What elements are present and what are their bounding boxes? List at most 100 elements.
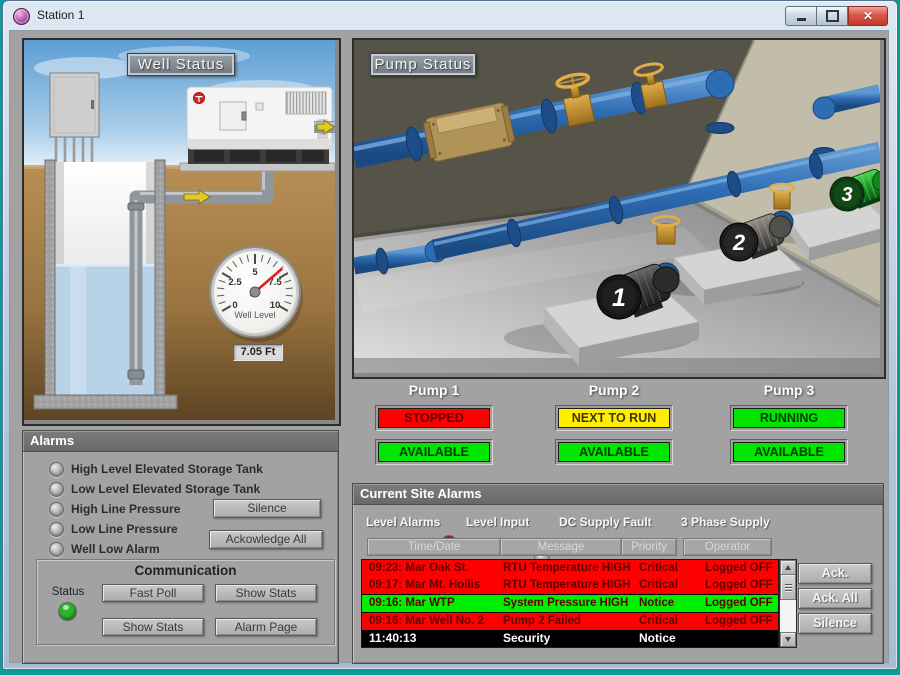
column-header-time[interactable]: Time/Date: [368, 539, 500, 555]
alarm-item-label: Low Line Pressure: [71, 522, 178, 536]
alarm-item-label: Low Level Elevated Storage Tank: [71, 482, 260, 496]
scrollbar-thumb[interactable]: [780, 574, 796, 600]
alarm-row[interactable]: 09:17: Mar Mt. Hollis RTU Temperature HI…: [362, 577, 778, 594]
fast-poll-button[interactable]: Fast Poll: [102, 584, 204, 602]
alarm-page-button[interactable]: Alarm Page: [215, 618, 317, 636]
pump-1-status: STOPPED: [378, 408, 490, 428]
scroll-up-button[interactable]: [780, 560, 796, 575]
well-status-plate: Well Status: [127, 53, 235, 76]
pump-3-column: Pump 3 RUNNING AVAILABLE: [724, 382, 854, 465]
alarm-message: Security: [503, 630, 639, 647]
generator: [180, 87, 335, 171]
app-icon: [13, 8, 30, 25]
alarm-priority: Critical: [639, 560, 705, 577]
pump-scene: 1 2 3: [354, 40, 880, 373]
alarm-priority: Notice: [639, 595, 705, 612]
three-phase-supply-label: 3 Phase Supply: [681, 515, 770, 529]
communication-group: Communication Status Fast Poll Show Stat…: [36, 559, 335, 645]
gauge-tick-5: 5: [252, 267, 258, 278]
level-input-label: Level Input: [466, 515, 529, 529]
alarm-time: 09:16: Mar WTP: [362, 595, 503, 612]
show-stats-button-bottom[interactable]: Show Stats: [102, 618, 204, 636]
alarm-operator: Logged OFF: [705, 560, 778, 577]
pump-3-status: RUNNING: [733, 408, 845, 428]
column-header-message[interactable]: Message: [501, 539, 621, 555]
well-scene-panel: 0 2.5 5 7.5 10 Well Level Well Status 7.…: [22, 38, 341, 426]
window-title: Station 1: [37, 8, 84, 22]
column-header-priority[interactable]: Priority: [622, 539, 676, 555]
close-icon: ✕: [863, 10, 873, 22]
alarms-panel-title: Alarms: [23, 431, 338, 452]
site-alarms-title: Current Site Alarms: [353, 484, 883, 505]
pump-3-name: Pump 3: [724, 382, 854, 398]
silence-alarms-button[interactable]: Silence: [798, 613, 872, 634]
alarm-operator: Logged OFF: [705, 577, 778, 594]
gauge-hub: [250, 287, 260, 297]
alarm-row[interactable]: 09:23: Mar Oak St. RTU Temperature HIGH …: [362, 560, 778, 577]
pump-3-availability: AVAILABLE: [733, 442, 845, 462]
alarm-list-scrollbar[interactable]: [779, 559, 797, 648]
alarm-operator: Logged OFF: [705, 613, 778, 630]
scroll-down-button[interactable]: [780, 632, 796, 647]
pump-2-status: NEXT TO RUN: [558, 408, 670, 428]
minimize-icon: [797, 18, 806, 21]
alarm-indicator-low-line-pressure: [49, 522, 64, 537]
silence-button[interactable]: Silence: [213, 499, 321, 518]
alarm-indicator-high-level-est: [49, 462, 64, 477]
gauge-label: Well Level: [234, 310, 275, 320]
acknowledge-all-button[interactable]: Ackowledge All: [209, 530, 323, 549]
pump-2-number: 2: [732, 230, 746, 255]
alarm-indicator-high-line-pressure: [49, 502, 64, 517]
pump-2-availability: AVAILABLE: [558, 442, 670, 462]
ack-all-button[interactable]: Ack. All: [798, 588, 872, 609]
alarm-operator: [705, 630, 778, 647]
pump-2-name: Pump 2: [549, 382, 679, 398]
pump-status-plate: Pump Status: [370, 53, 476, 76]
minimize-button[interactable]: [785, 6, 817, 26]
alarm-row[interactable]: 09:16: Mar Well No. 2 Pump 2 Failed Crit…: [362, 613, 778, 630]
alarm-message: System Pressure HIGH: [503, 595, 639, 612]
communication-title: Communication: [37, 563, 334, 578]
alarm-item-label: Well Low Alarm: [71, 542, 160, 556]
gauge-tick-25: 2.5: [228, 277, 242, 288]
pump-3-number: 3: [841, 184, 852, 206]
pump-1-availability: AVAILABLE: [378, 442, 490, 462]
alarm-priority: Critical: [639, 577, 705, 594]
alarm-priority: Critical: [639, 613, 705, 630]
alarm-message: Pump 2 Failed: [503, 613, 639, 630]
alarm-indicator-well-low: [49, 542, 64, 557]
alarm-time: 09:23: Mar Oak St.: [362, 560, 503, 577]
alarm-operator: Logged OFF: [705, 595, 778, 612]
comm-status-led: [58, 602, 77, 621]
alarm-message: RTU Temperature HIGH: [503, 577, 639, 594]
alarm-row[interactable]: 11:40:13 Security Notice: [362, 630, 778, 647]
alarm-indicator-low-level-est: [49, 482, 64, 497]
title-bar[interactable]: Station 1 ✕: [3, 1, 897, 30]
dc-supply-fault-label: DC Supply Fault: [559, 515, 652, 529]
maximize-icon: [826, 10, 839, 22]
ack-button[interactable]: Ack.: [798, 563, 872, 584]
pump-scene-panel: 1 2 3 Pump Status: [352, 38, 886, 379]
pump-status-strip: Pump 1 STOPPED AVAILABLE Pump 2 NEXT TO …: [352, 382, 882, 478]
alarm-priority: Notice: [639, 630, 705, 647]
well-scene: 0 2.5 5 7.5 10 Well Level: [24, 40, 335, 420]
alarms-panel: Alarms High Level Elevated Storage Tank …: [22, 430, 339, 664]
pump-2-column: Pump 2 NEXT TO RUN AVAILABLE: [549, 382, 679, 465]
show-stats-button-top[interactable]: Show Stats: [215, 584, 317, 602]
pump-1-column: Pump 1 STOPPED AVAILABLE: [369, 382, 499, 465]
well-level-reading: 7.05 Ft: [233, 344, 283, 361]
alarm-item-label: High Line Pressure: [71, 502, 180, 516]
column-header-operator[interactable]: Operator: [684, 539, 771, 555]
pump-1-name: Pump 1: [369, 382, 499, 398]
comm-status-label: Status: [45, 586, 91, 598]
site-alarms-panel: Current Site Alarms Level Alarms Level I…: [352, 483, 884, 664]
maximize-button[interactable]: [817, 6, 848, 26]
alarm-row[interactable]: 09:16: Mar WTP System Pressure HIGH Noti…: [362, 595, 778, 612]
alarm-list: 09:23: Mar Oak St. RTU Temperature HIGH …: [361, 559, 779, 648]
well-slab: [34, 395, 177, 409]
alarm-time: 11:40:13: [362, 630, 503, 647]
close-button[interactable]: ✕: [848, 6, 888, 26]
pump-1-number: 1: [612, 284, 626, 312]
alarm-time: 09:16: Mar Well No. 2: [362, 613, 503, 630]
scroll-down-icon: [785, 637, 791, 642]
